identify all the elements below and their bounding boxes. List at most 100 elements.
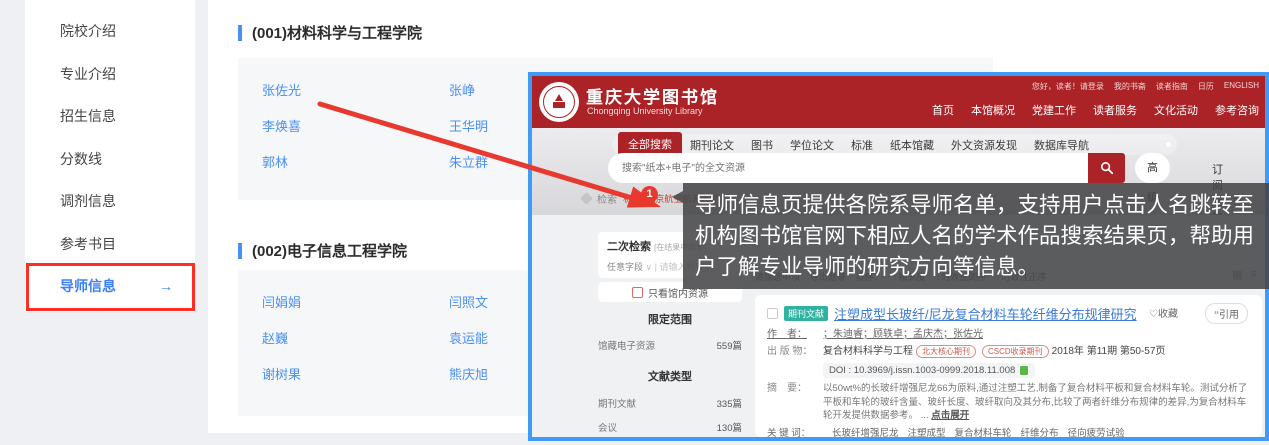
field-select[interactable]: 任意字段 [607,262,643,272]
highlight-frame [26,263,195,311]
publication-label: 出 版 物： [767,345,823,358]
result-title-link[interactable]: 注塑成型长玻纤/尼龙复合材料车轮纤维分布规律研究 [834,304,1137,323]
supervisor-link[interactable]: 朱立群 [449,152,488,171]
abstract-body: 以50wt%的长玻纤增强尼龙66为原料,通过注塑工艺,制备了复合材料平板和复合材… [823,383,1247,421]
nav-reader-service[interactable]: 读者服务 [1093,102,1137,118]
nav-culture[interactable]: 文化活动 [1154,102,1198,118]
tab-book[interactable]: 图书 [751,137,773,153]
favorite-label: 收藏 [1158,309,1178,320]
publication-name[interactable]: 复合材料科学与工程 [823,345,913,358]
supervisor-link[interactable]: 闫照文 [449,292,488,311]
sidebar-item-reference-books[interactable]: 参考书目 [25,223,195,266]
sidebar-item-major-intro[interactable]: 专业介绍 [25,53,195,96]
login-link[interactable]: 您好，读者！请登录 [1032,81,1104,92]
author-link[interactable]: 顾轶卓 [863,328,903,341]
filter-count: 559篇 [717,338,742,352]
library-subtitle: Chongqing University Library [587,106,703,116]
reader-guide-link[interactable]: 读者指南 [1156,81,1188,92]
library-top-links: 您好，读者！请登录 我的书斋 读者指南 日历 ENGLISH [1032,81,1259,92]
supervisor-link[interactable]: 熊庆旭 [449,364,488,383]
tab-paper-collection[interactable]: 纸本馆藏 [890,137,934,153]
filter-label: 会议 [598,420,617,434]
filter-type-title: 文献类型 [598,368,742,384]
supervisor-link[interactable]: 袁运能 [449,328,488,347]
section-title-text: (001)材料科学与工程学院 [252,22,422,43]
keyword-link[interactable]: 复合材料车轮 [955,427,1012,437]
sidebar-item-college-intro[interactable]: 院校介绍 [25,10,195,53]
annotation-tooltip: 导师信息页提供各院系导师名单，支持用户点击人名跳转至机构图书馆官网下相应人名的学… [683,183,1269,289]
doi-text: DOI : 10.3969/j.issn.1003-0999.2018.11.0… [829,364,1015,377]
nav-party[interactable]: 党建工作 [1032,102,1076,118]
english-link[interactable]: ENGLISH [1224,81,1259,92]
calendar-link[interactable]: 日历 [1198,81,1214,92]
heart-icon: ♡ [1149,309,1158,320]
result-title-row: 期刊文献 注塑成型长玻纤/尼龙复合材料车轮纤维分布规律研究 ♡收藏 “引用 [767,304,1250,323]
library-header: 重庆大学图书馆 Chongqing University Library 您好，… [532,76,1265,128]
supervisor-link[interactable]: 李焕喜 [262,116,301,135]
advanced-search-button[interactable]: 高级检索 [1135,153,1170,183]
supervisor-link[interactable]: 谢树果 [262,364,301,383]
search-input[interactable] [608,153,1088,183]
keyword-link[interactable]: 纤维分布 [1021,427,1059,437]
keyword-link[interactable]: 注塑成型 [908,427,946,437]
cscd-tag: CSCD收录期刊 [982,345,1049,358]
filter-scope-title: 限定范围 [598,311,742,327]
supervisor-link[interactable]: 赵巍 [262,328,288,347]
tab-thesis[interactable]: 学位论文 [790,137,834,153]
search-button[interactable] [1088,153,1125,183]
result-type-badge: 期刊文献 [784,306,828,321]
filter-type-item[interactable]: 期刊文献 335篇 [598,396,742,410]
keyword-link[interactable]: 长玻纤增强尼龙 [832,427,899,437]
sidebar-item-adjustment-info[interactable]: 调剂信息 [25,180,195,223]
authors-row: 作 者： 朱迪睿 顾轶卓 孟庆杰 张佐光 [767,328,1250,341]
nav-reference[interactable]: 参考咨询 [1215,102,1259,118]
filter-count: 335篇 [717,396,742,410]
query-label: 检索 [597,191,617,206]
tab-standard[interactable]: 标准 [851,137,873,153]
tab-foreign-discovery[interactable]: 外文资源发现 [951,137,1017,153]
expand-abstract-link[interactable]: 点击展开 [931,410,969,421]
section-title-001: (001)材料科学与工程学院 [238,22,422,43]
favorite-button[interactable]: ♡收藏 [1149,305,1178,320]
author-link[interactable]: 朱迪睿 [823,328,863,341]
library-logo-seal [539,82,579,122]
secondary-search-label: 二次检索 [607,241,651,253]
query-stamp-icon [580,192,593,205]
supervisor-link[interactable]: 闫娟娟 [262,292,301,311]
tab-journal[interactable]: 期刊论文 [690,137,734,153]
nav-home[interactable]: 首页 [932,102,954,118]
filter-scope-item[interactable]: 馆藏电子资源 559篇 [598,338,742,352]
nav-overview[interactable]: 本馆概况 [971,102,1015,118]
doi-pill[interactable]: DOI : 10.3969/j.issn.1003-0999.2018.11.0… [823,363,1035,378]
step-badge: 1 [641,186,658,203]
abstract-row: 摘 要： 以50wt%的长玻纤增强尼龙66为原料,通过注塑工艺,制备了复合材料平… [767,382,1250,423]
supervisor-link[interactable]: 张佐光 [262,80,301,99]
core-journal-tag: 北大核心期刊 [916,345,976,358]
search-tabs: 期刊论文 图书 学位论文 标准 纸本馆藏 外文资源发现 数据库导航 [690,137,1089,153]
tab-database-nav[interactable]: 数据库导航 [1034,137,1089,153]
section-title-text: (002)电子信息工程学院 [252,240,407,261]
filter-label: 馆藏电子资源 [598,338,655,352]
my-study-link[interactable]: 我的书斋 [1114,81,1146,92]
title-bar-decoration [238,243,242,259]
author-link[interactable]: 孟庆杰 [903,328,943,341]
supervisor-link[interactable]: 张峥 [449,80,475,99]
filter-count: 130篇 [717,420,742,434]
cite-label: 引用 [1219,310,1239,321]
keyword-link[interactable]: 径向疲劳试验 [1068,427,1125,437]
filter-type-item[interactable]: 会议 130篇 [598,420,742,434]
result-checkbox[interactable] [767,308,778,319]
author-link[interactable]: 张佐光 [943,328,983,341]
copy-doi-icon[interactable] [1019,365,1029,376]
supervisor-link[interactable]: 王华明 [449,116,488,135]
sidebar-item-admission-info[interactable]: 招生信息 [25,95,195,138]
checkbox-icon[interactable] [632,287,643,298]
keywords-label: 关 键 词： [767,427,823,437]
seal-tower-icon [555,94,563,101]
section-title-002: (002)电子信息工程学院 [238,240,407,261]
cite-button[interactable]: “引用 [1205,303,1248,324]
abstract-text: 以50wt%的长玻纤增强尼龙66为原料,通过注塑工艺,制备了复合材料平板和复合材… [823,382,1250,423]
filter-label: 期刊文献 [598,396,636,410]
sidebar-item-score-line[interactable]: 分数线 [25,138,195,181]
supervisor-link[interactable]: 郭林 [262,152,288,171]
